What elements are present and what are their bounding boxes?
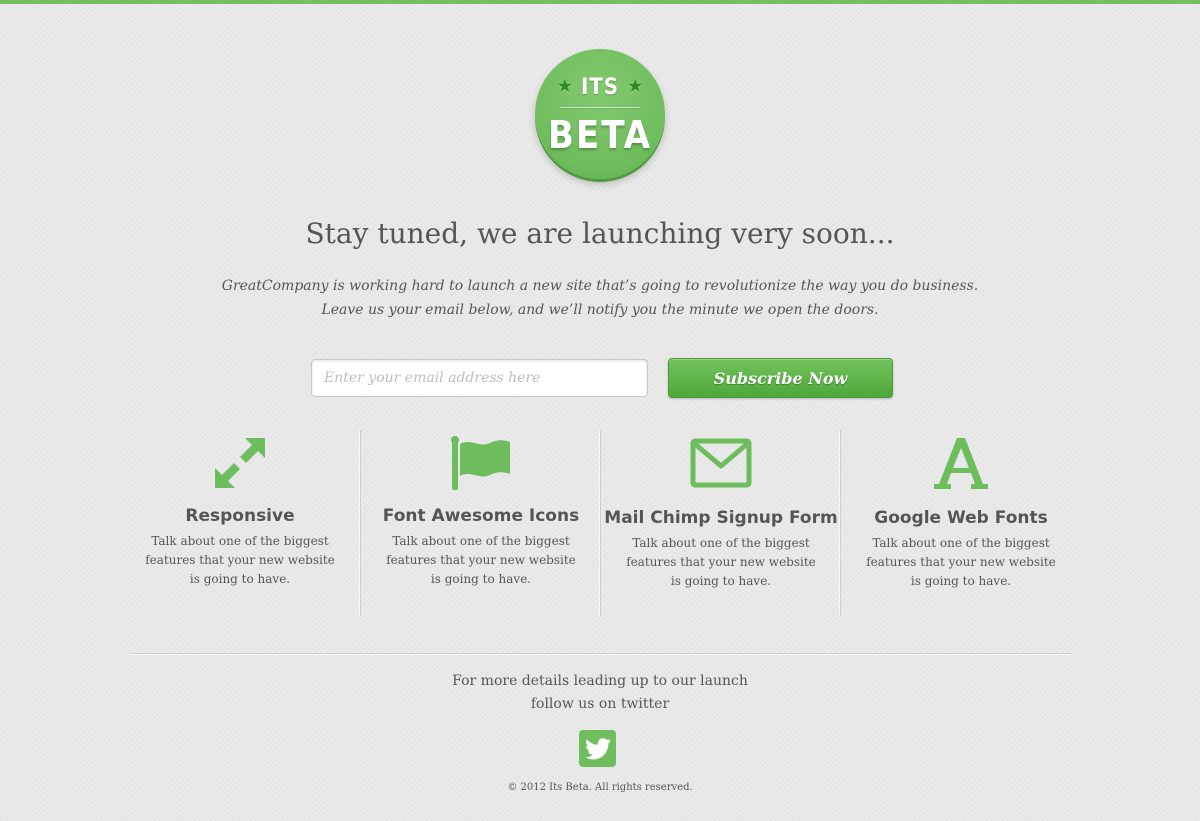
feature-title: Font Awesome Icons	[382, 506, 580, 526]
feature-title: Google Web Fonts	[874, 508, 1048, 528]
twitter-button[interactable]	[579, 730, 616, 767]
feature-mailchimp: Mail Chimp Signup Form Talk about one of…	[600, 430, 841, 616]
feature-description: Talk about one of the biggest features t…	[626, 536, 816, 588]
headline: Stay tuned, we are launching very soon..…	[305, 217, 895, 250]
feature-description: Talk about one of the biggest features t…	[386, 534, 576, 586]
top-accent-bar	[0, 0, 1200, 4]
intro-line: Leave us your email below, and we’ll not…	[321, 302, 879, 318]
feature-description: Talk about one of the biggest features t…	[145, 534, 335, 586]
envelope-icon	[601, 436, 841, 490]
logo-main-text: BETA	[547, 113, 653, 157]
logo-top-text: ITS	[580, 74, 620, 100]
follow-line: For more details leading up to our launc…	[452, 673, 748, 689]
intro-text: GreatCompany is working hard to launch a…	[0, 274, 1200, 322]
feature-title: Responsive	[185, 506, 295, 526]
subscribe-button[interactable]: Subscribe Now	[668, 358, 893, 398]
feature-font-awesome: Font Awesome Icons Talk about one of the…	[360, 430, 601, 616]
feature-google-fonts: Google Web Fonts Talk about one of the b…	[840, 430, 1081, 616]
star-icon: ★	[627, 76, 644, 97]
copyright-text: © 2012 Its Beta. All rights reserved.	[507, 782, 693, 793]
email-input[interactable]	[311, 359, 648, 397]
footer-divider	[130, 653, 1072, 655]
feature-responsive: Responsive Talk about one of the biggest…	[120, 430, 360, 616]
flag-icon	[361, 436, 601, 490]
feature-title: Mail Chimp Signup Form	[604, 508, 838, 528]
follow-line: follow us on twitter	[530, 696, 670, 712]
star-icon: ★	[556, 76, 573, 97]
intro-line: GreatCompany is working hard to launch a…	[221, 278, 979, 294]
logo-top-row: ★ ITS ★	[535, 73, 665, 101]
expand-arrows-icon	[120, 436, 360, 490]
twitter-bird-icon	[584, 737, 611, 759]
feature-description: Talk about one of the biggest features t…	[866, 536, 1056, 588]
logo-badge: ★ ITS ★ BETA	[535, 49, 665, 179]
follow-text: For more details leading up to our launc…	[0, 670, 1200, 716]
features-section: Responsive Talk about one of the biggest…	[120, 430, 1080, 616]
logo-divider	[560, 107, 640, 109]
font-letter-a-icon	[841, 436, 1081, 490]
